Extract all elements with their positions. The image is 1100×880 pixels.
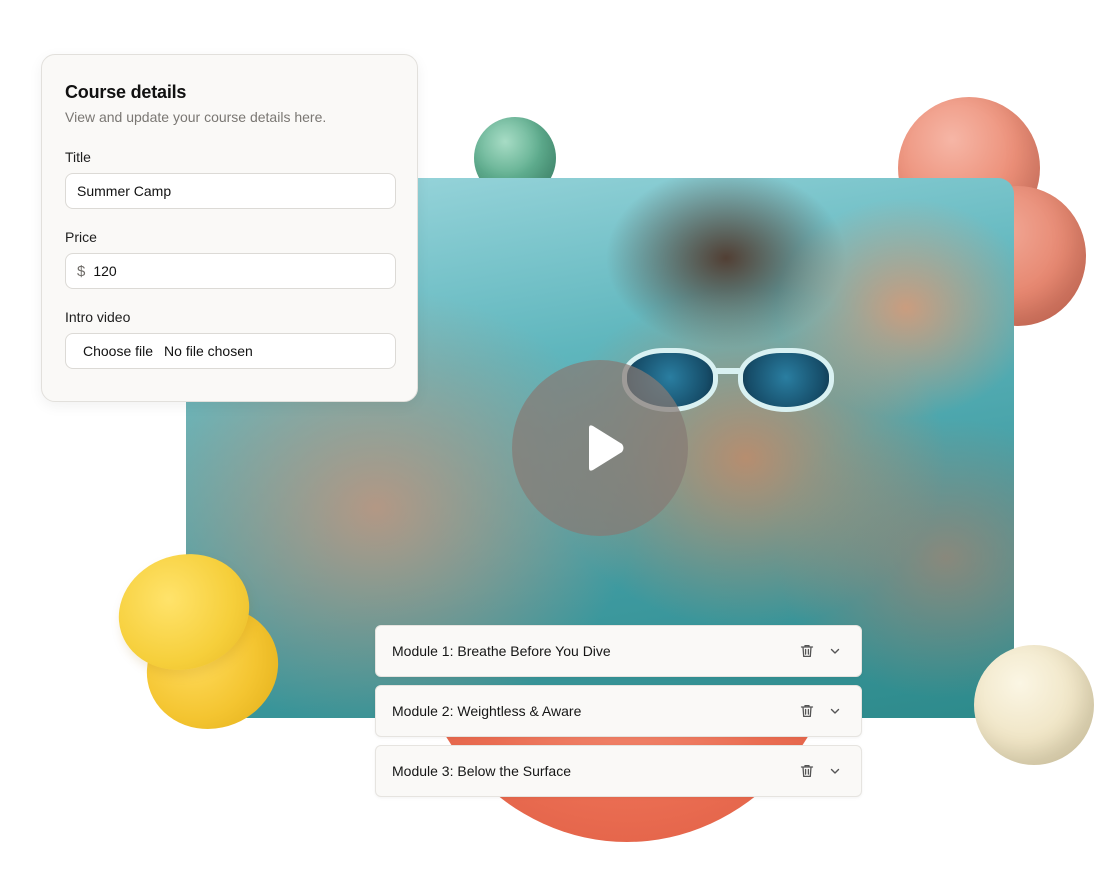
trash-icon[interactable] bbox=[797, 701, 817, 721]
chevron-down-icon[interactable] bbox=[825, 761, 845, 781]
title-input[interactable]: Summer Camp bbox=[65, 173, 396, 209]
intro-video-file-input[interactable]: Choose file No file chosen bbox=[65, 333, 396, 369]
file-status-text: No file chosen bbox=[164, 343, 253, 359]
module-item-2[interactable]: Module 2: Weightless & Aware bbox=[375, 685, 862, 737]
decorative-cream-sphere bbox=[974, 645, 1094, 765]
intro-video-label: Intro video bbox=[65, 309, 131, 325]
module-item-3[interactable]: Module 3: Below the Surface bbox=[375, 745, 862, 797]
panel-subtitle: View and update your course details here… bbox=[65, 109, 327, 125]
chevron-down-icon[interactable] bbox=[825, 701, 845, 721]
module-item-1[interactable]: Module 1: Breathe Before You Dive bbox=[375, 625, 862, 677]
course-details-panel: Course details View and update your cour… bbox=[41, 54, 418, 402]
title-input-value: Summer Camp bbox=[77, 183, 172, 199]
panel-title: Course details bbox=[65, 82, 187, 102]
chevron-down-icon[interactable] bbox=[825, 641, 845, 661]
module-title: Module 3: Below the Surface bbox=[392, 763, 571, 779]
title-label: Title bbox=[65, 149, 91, 165]
price-input-value: 120 bbox=[93, 263, 117, 279]
module-title: Module 2: Weightless & Aware bbox=[392, 703, 582, 719]
price-input[interactable]: $ 120 bbox=[65, 253, 396, 289]
trash-icon[interactable] bbox=[797, 761, 817, 781]
module-title: Module 1: Breathe Before You Dive bbox=[392, 643, 611, 659]
play-icon bbox=[589, 425, 624, 471]
choose-file-button[interactable]: Choose file bbox=[83, 343, 153, 359]
currency-symbol: $ bbox=[77, 262, 86, 280]
price-label: Price bbox=[65, 229, 97, 245]
play-button[interactable] bbox=[512, 360, 688, 536]
trash-icon[interactable] bbox=[797, 641, 817, 661]
